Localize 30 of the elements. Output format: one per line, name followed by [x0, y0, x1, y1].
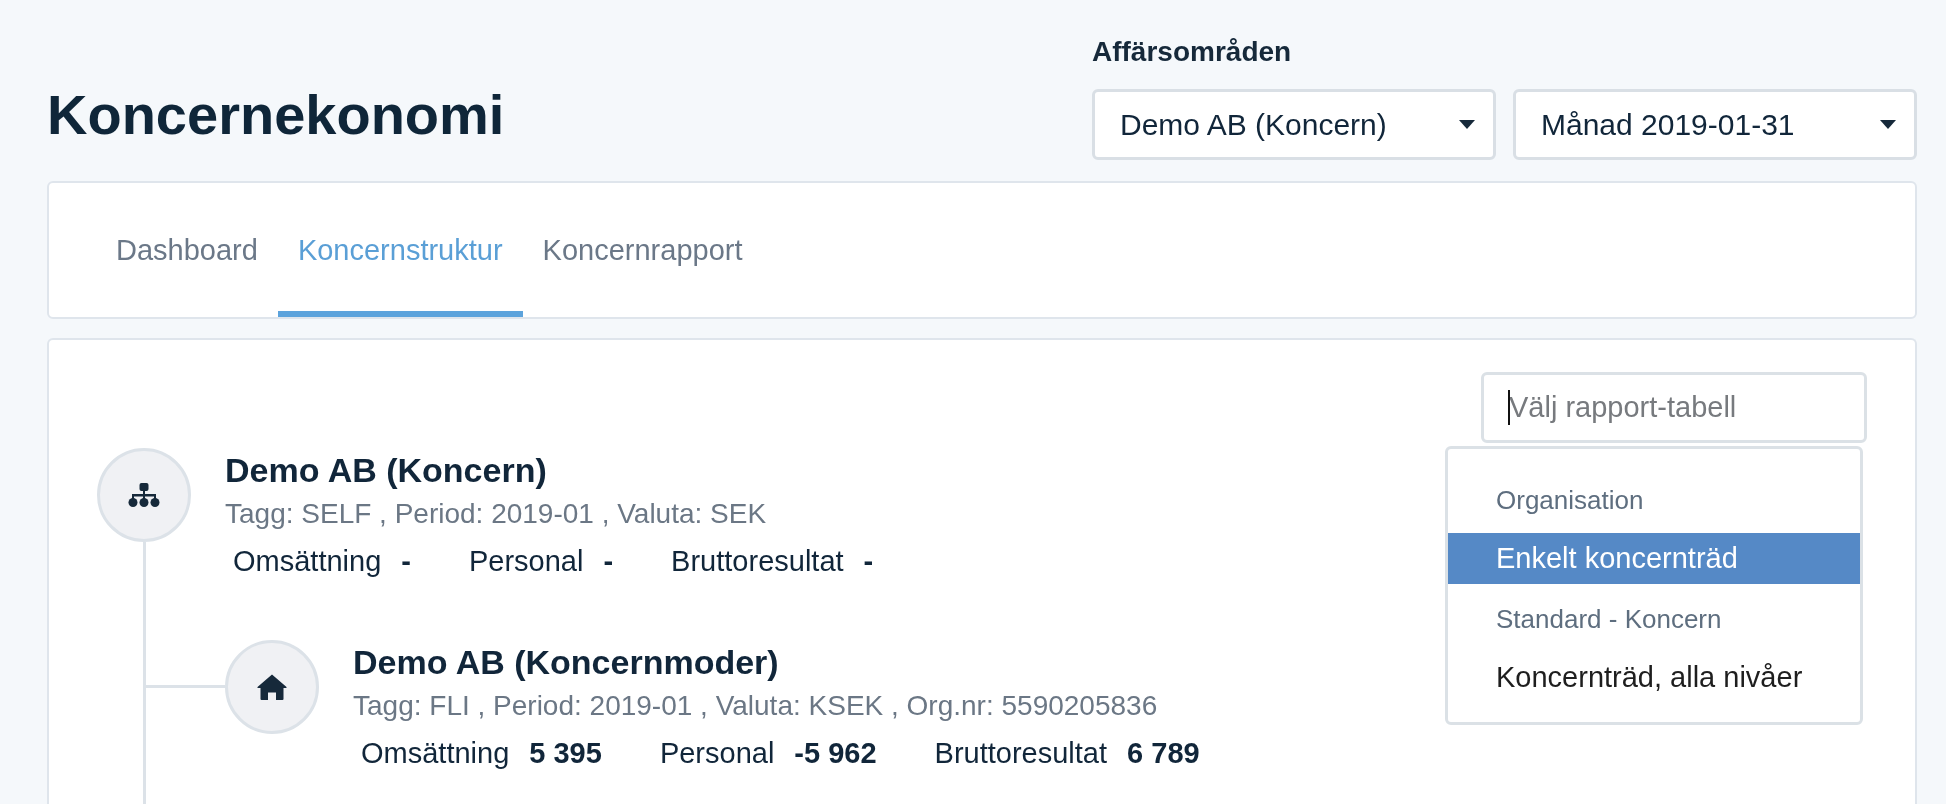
filter-label: Affärsområden: [1092, 35, 1293, 69]
report-table-field[interactable]: Välj rapport-tabell: [1481, 372, 1867, 443]
group-header: Standard - Koncern: [1495, 603, 1723, 636]
metric-label: Bruttoresultat: [671, 544, 844, 579]
dropdown-option[interactable]: Enkelt koncernträd: [1448, 533, 1860, 584]
metric-label: Bruttoresultat: [934, 736, 1108, 771]
metric-value: 5 395: [529, 736, 602, 771]
metric-label: Omsättning: [361, 736, 510, 771]
metric-label: Personal: [659, 736, 775, 771]
node-meta: Tagg: SELF , Period: 2019-01 , Valuta: SEK: [225, 497, 767, 531]
caret-icon: [1880, 120, 1896, 129]
metric-value: -: [603, 544, 614, 579]
metric-label: Omsättning: [233, 544, 382, 579]
dropdown-select[interactable]: Demo AB (Koncern): [1092, 89, 1496, 160]
tab[interactable]: Dashboard: [96, 183, 278, 317]
metric-label: Personal: [468, 544, 584, 579]
tab[interactable]: Koncernstruktur: [277, 183, 523, 317]
node-title: Demo AB (Koncernmoder): [353, 642, 779, 683]
page-title: Koncernekonomi: [47, 82, 505, 148]
metric-value: -5 962: [794, 736, 877, 771]
tab[interactable]: Koncernrapport: [522, 183, 763, 317]
metric-value: 6 789: [1127, 736, 1200, 771]
metric-value: -: [863, 544, 874, 579]
metric-value: -: [401, 544, 411, 579]
node-meta: Tagg: FLI , Period: 2019-01 , Valuta: KSEK , Org.nr: 5590205836: [353, 689, 1158, 723]
caret-icon: [1459, 120, 1475, 129]
node-title: Demo AB (Koncern): [225, 450, 547, 491]
dropdown-select[interactable]: Månad 2019-01-31: [1513, 89, 1917, 160]
group-header: Organisation: [1495, 484, 1645, 517]
dropdown-option[interactable]: Koncernträd, alla nivåer: [1448, 652, 1860, 703]
